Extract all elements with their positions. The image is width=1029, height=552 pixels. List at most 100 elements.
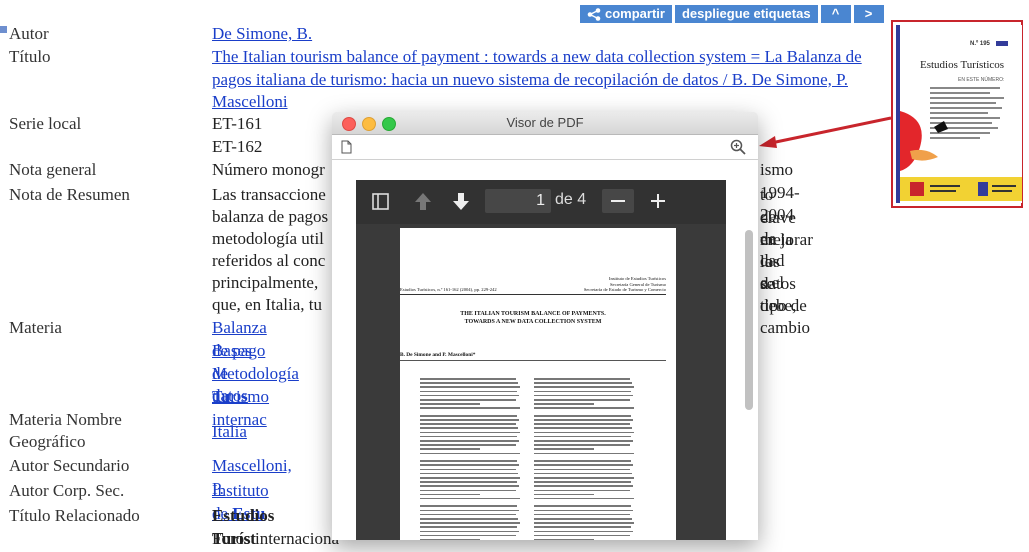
field-label: Materia Nombre bbox=[9, 410, 122, 429]
address-bar[interactable] bbox=[332, 135, 758, 160]
text-line bbox=[534, 444, 630, 446]
title-link[interactable]: The Italian tourism balance of payment :… bbox=[212, 46, 892, 114]
text-line bbox=[420, 431, 520, 434]
text-line bbox=[534, 489, 630, 492]
page-total-label: de 4 bbox=[555, 191, 587, 208]
share-label: compartir bbox=[605, 6, 665, 21]
text-line bbox=[534, 518, 632, 520]
text-line bbox=[534, 452, 634, 455]
text-line bbox=[420, 414, 517, 417]
zoom-in-button[interactable] bbox=[642, 189, 674, 213]
cover-thumbnail[interactable]: N.º 195 Estudios Turísticos EN ESTE NÚME… bbox=[891, 20, 1023, 208]
text-line bbox=[420, 448, 480, 450]
zoom-button[interactable] bbox=[382, 117, 396, 131]
text-line bbox=[420, 476, 520, 479]
text-line bbox=[534, 509, 633, 512]
text-line bbox=[420, 485, 519, 487]
field-label: Autor Corp. Sec. bbox=[9, 481, 125, 500]
text-line bbox=[420, 407, 520, 409]
field-label: Nota general bbox=[9, 160, 97, 179]
text-line bbox=[420, 464, 519, 466]
field-label: Título Relacionado bbox=[9, 506, 140, 525]
text-line bbox=[534, 513, 630, 516]
pdf-viewport[interactable]: 1 de 4 Instituto de Estudios Turísticos S… bbox=[332, 160, 758, 540]
text-line bbox=[420, 403, 480, 405]
window-titlebar[interactable]: Visor de PDF bbox=[332, 112, 758, 135]
cover-image: N.º 195 Estudios Turísticos EN ESTE NÚME… bbox=[896, 25, 1022, 203]
text-line bbox=[534, 460, 631, 462]
text-line bbox=[534, 522, 634, 524]
cover-title: Estudios Turísticos bbox=[920, 59, 1005, 71]
text-line bbox=[534, 464, 633, 466]
zoom-in-icon[interactable] bbox=[730, 139, 746, 155]
text-line bbox=[420, 468, 516, 471]
text-line bbox=[420, 419, 519, 421]
tags-button[interactable]: despliegue etiquetas bbox=[674, 5, 818, 23]
pdf-canvas: 1 de 4 Instituto de Estudios Turísticos S… bbox=[356, 180, 726, 540]
pdf-toolbar: 1 de 4 bbox=[356, 180, 726, 224]
minus-icon bbox=[611, 200, 625, 202]
up-button[interactable]: ^ bbox=[820, 5, 851, 23]
window-title: Visor de PDF bbox=[506, 115, 584, 130]
text-line bbox=[420, 390, 517, 393]
text-line bbox=[534, 423, 630, 425]
text-line bbox=[534, 497, 634, 500]
text-line bbox=[420, 472, 518, 475]
text-line bbox=[534, 435, 631, 438]
scrollbar-thumb[interactable] bbox=[745, 230, 753, 410]
minimize-button[interactable] bbox=[362, 117, 376, 131]
geo-link[interactable]: Italia bbox=[212, 421, 247, 444]
text-line bbox=[420, 394, 519, 397]
next-icon: > bbox=[864, 6, 873, 21]
text-line bbox=[534, 476, 634, 479]
cover-graphic-2 bbox=[934, 121, 948, 133]
field-label: Serie local bbox=[9, 114, 82, 133]
text-line bbox=[420, 398, 516, 401]
text-line bbox=[420, 518, 518, 520]
text-line bbox=[534, 414, 631, 417]
edit-icon[interactable] bbox=[0, 26, 7, 33]
text-line bbox=[420, 378, 516, 380]
text-column-left bbox=[420, 378, 520, 540]
text-line bbox=[420, 460, 517, 462]
text-line bbox=[420, 489, 516, 492]
previous-page-icon[interactable] bbox=[414, 192, 432, 211]
text-line bbox=[534, 403, 594, 405]
text-line bbox=[534, 431, 634, 434]
page-header-right: Instituto de Estudios Turísticos Secretar… bbox=[583, 276, 666, 293]
text-line bbox=[534, 530, 633, 533]
page-number-input[interactable]: 1 bbox=[485, 189, 551, 213]
close-button[interactable] bbox=[342, 117, 356, 131]
share-button[interactable]: compartir bbox=[580, 5, 672, 23]
text-line bbox=[420, 382, 518, 384]
cover-footer bbox=[900, 177, 1022, 201]
text-line bbox=[534, 407, 634, 409]
text-line bbox=[534, 419, 633, 421]
pdf-viewer-window[interactable]: Visor de PDF 1 de 4 Instituto de Estudio… bbox=[332, 112, 758, 540]
cover-number: N.º 195 bbox=[970, 41, 990, 47]
zoom-out-button[interactable] bbox=[602, 189, 634, 213]
text-line bbox=[420, 534, 516, 537]
field-label: Nota de Resumen bbox=[9, 185, 130, 204]
field-label: Autor Secundario bbox=[9, 456, 130, 475]
share-icon bbox=[587, 7, 601, 21]
text-line bbox=[534, 485, 633, 487]
text-line bbox=[420, 427, 518, 430]
text-line bbox=[420, 444, 516, 446]
author-link[interactable]: De Simone, B. bbox=[212, 23, 902, 46]
text-line bbox=[534, 538, 594, 540]
record-toolbar: compartir despliegue etiquetas ^ > bbox=[580, 5, 884, 23]
text-line bbox=[420, 530, 519, 533]
next-button[interactable]: > bbox=[853, 5, 884, 23]
field-label: Título bbox=[9, 47, 51, 66]
annotation-arrow bbox=[759, 116, 892, 148]
next-page-icon[interactable] bbox=[452, 192, 470, 211]
text-line bbox=[420, 452, 520, 455]
text-line bbox=[534, 440, 633, 442]
text-line bbox=[420, 505, 517, 508]
paper-title: THE ITALIAN TOURISM BALANCE OF PAYMENTS.… bbox=[460, 311, 606, 325]
text-line bbox=[420, 493, 480, 496]
tags-label: despliegue etiquetas bbox=[681, 6, 811, 21]
text-column-right bbox=[534, 378, 634, 540]
sidebar-toggle-icon[interactable] bbox=[372, 193, 389, 210]
